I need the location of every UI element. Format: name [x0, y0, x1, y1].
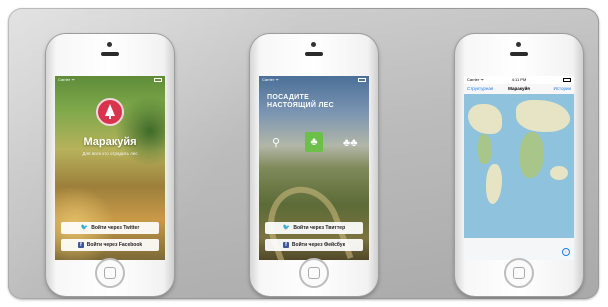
pin-icon: ⚲	[271, 137, 281, 149]
showcase-panel: Carrier ᯤ Маракуйя Для всех кто отрадить…	[8, 8, 599, 299]
battery-icon	[358, 78, 366, 82]
button-label: Войти через Фейсбук	[291, 242, 346, 248]
map-landmass	[468, 104, 502, 134]
button-label: Войти через Facebook	[86, 242, 143, 248]
app-logo-icon	[96, 98, 124, 126]
facebook-icon: f	[77, 242, 84, 248]
phone-mockup-map: Carrier ᯤ 4:11 PM Структурная Маракуйя И…	[455, 34, 583, 296]
info-icon[interactable]: i	[562, 248, 570, 256]
twitter-icon: 🐦	[282, 225, 291, 231]
onboarding-headline: ПОСАДИТЕ НАСТОЯЩИЙ ЛЕС	[267, 94, 334, 109]
map-landmass	[520, 132, 544, 178]
app-tagline: Для всех кто отрадить лес	[82, 151, 138, 156]
login-twitter-button[interactable]: 🐦 Войти через Твиттер	[265, 222, 363, 234]
earpiece-speaker	[305, 52, 323, 56]
feature-pin: ⚲	[265, 136, 287, 150]
status-bar: Carrier ᯤ 4:11 PM	[464, 76, 574, 84]
map-screen: Carrier ᯤ 4:11 PM Структурная Маракуйя И…	[464, 76, 574, 260]
battery-icon	[563, 78, 571, 82]
map-landmass	[478, 134, 492, 164]
facebook-icon: f	[282, 242, 289, 248]
twitter-icon: 🐦	[80, 225, 89, 231]
forest-icon: ♣♣	[343, 137, 358, 149]
tree-icon: ♣	[305, 132, 323, 152]
navigation-bar: Структурная Маракуйя Истории	[464, 84, 574, 94]
login-screen: Carrier ᯤ Маракуйя Для всех кто отрадить…	[55, 76, 165, 260]
login-facebook-button[interactable]: f Войти через Facebook	[61, 239, 159, 251]
login-facebook-button[interactable]: f Войти через Фейсбук	[265, 239, 363, 251]
button-label: Войти через Twitter	[91, 225, 140, 231]
phone-mockup-login: Carrier ᯤ Маракуйя Для всех кто отрадить…	[46, 34, 174, 296]
status-bar: Carrier ᯤ	[259, 76, 369, 84]
carrier-label: Carrier ᯤ	[262, 77, 279, 82]
earpiece-speaker	[101, 52, 119, 56]
front-camera	[516, 42, 521, 47]
map-landmass	[486, 164, 502, 204]
front-camera	[311, 42, 316, 47]
button-label: Войти через Твиттер	[293, 225, 346, 231]
login-twitter-button[interactable]: 🐦 Войти через Twitter	[61, 222, 159, 234]
map-landmass	[550, 166, 568, 180]
battery-icon	[154, 78, 162, 82]
onboarding-screen: Carrier ᯤ ПОСАДИТЕ НАСТОЯЩИЙ ЛЕС ⚲ ♣ ♣♣ …	[259, 76, 369, 260]
front-camera	[107, 42, 112, 47]
feature-forest: ♣♣	[339, 136, 361, 150]
feature-tree: ♣	[303, 132, 325, 152]
home-button[interactable]	[299, 258, 329, 288]
map-antarctica	[464, 238, 574, 260]
status-time: 4:11 PM	[511, 77, 527, 82]
status-bar: Carrier ᯤ	[55, 76, 165, 84]
nav-right-link[interactable]: Истории	[553, 84, 571, 94]
app-name: Маракуйя	[83, 136, 137, 148]
home-button[interactable]	[95, 258, 125, 288]
carrier-label: Carrier ᯤ	[58, 77, 75, 82]
world-map[interactable]: i	[464, 94, 574, 260]
home-button[interactable]	[504, 258, 534, 288]
map-landmass	[516, 100, 570, 132]
phone-mockup-onboarding: Carrier ᯤ ПОСАДИТЕ НАСТОЯЩИЙ ЛЕС ⚲ ♣ ♣♣ …	[250, 34, 378, 296]
earpiece-speaker	[510, 52, 528, 56]
